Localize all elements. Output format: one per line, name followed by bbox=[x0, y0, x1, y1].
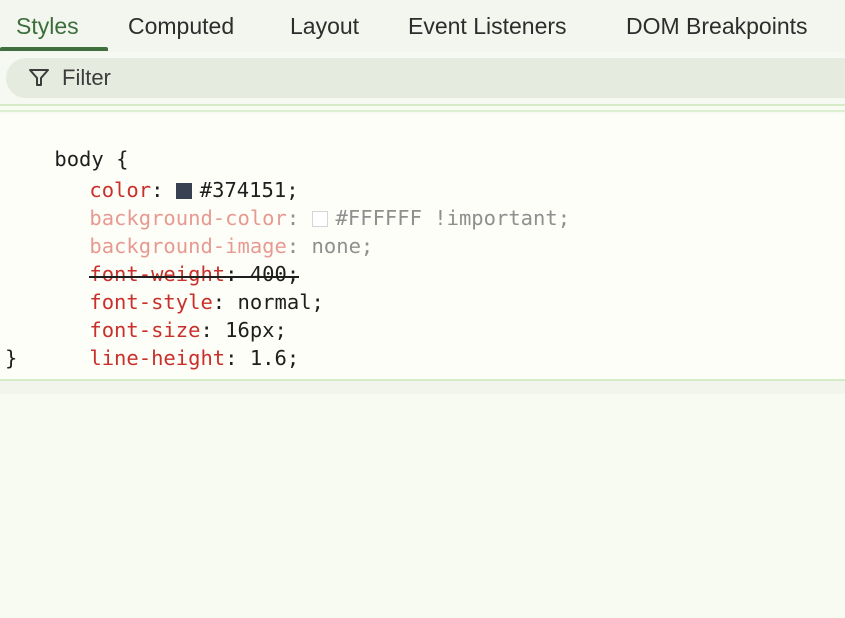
declaration-font-weight[interactable]: font-weight: 400; bbox=[40, 232, 299, 286]
declaration-background-image[interactable]: background-image: none; bbox=[40, 204, 373, 258]
divider bbox=[0, 104, 845, 106]
property-value[interactable]: 1.6 bbox=[250, 346, 287, 370]
tab-event-listeners[interactable]: Event Listeners bbox=[408, 0, 567, 51]
declaration-line-height[interactable]: line-height: 1.6; bbox=[40, 316, 299, 370]
tab-layout[interactable]: Layout bbox=[290, 0, 359, 51]
filter-input[interactable]: Filter bbox=[6, 58, 845, 98]
property-value[interactable]: none bbox=[312, 234, 361, 258]
active-tab-indicator bbox=[0, 47, 108, 51]
tab-computed[interactable]: Computed bbox=[128, 0, 234, 51]
declaration-background-color[interactable]: background-color: #FFFFFF !important; bbox=[40, 176, 570, 230]
close-brace: } bbox=[5, 346, 18, 370]
property-name[interactable]: line-height bbox=[89, 346, 225, 370]
tab-styles[interactable]: Styles bbox=[16, 0, 79, 51]
rule-header: body { bbox=[5, 117, 128, 171]
tab-dom-breakpoints[interactable]: DOM Breakpoints bbox=[626, 0, 808, 51]
panel-tab-bar: Styles Computed Layout Event Listeners D… bbox=[0, 0, 845, 53]
filter-icon bbox=[29, 69, 49, 86]
filter-bar: Filter bbox=[0, 52, 845, 104]
next-rule-area bbox=[0, 381, 845, 394]
divider bbox=[0, 110, 845, 112]
declaration-font-size[interactable]: font-size: 16px; bbox=[40, 288, 287, 342]
styles-pane: body { color: #374151; background-color:… bbox=[0, 114, 845, 379]
declaration-font-style[interactable]: font-style: normal; bbox=[40, 260, 324, 314]
declaration-color[interactable]: color: #374151; bbox=[40, 148, 298, 202]
filter-placeholder: Filter bbox=[62, 65, 111, 90]
